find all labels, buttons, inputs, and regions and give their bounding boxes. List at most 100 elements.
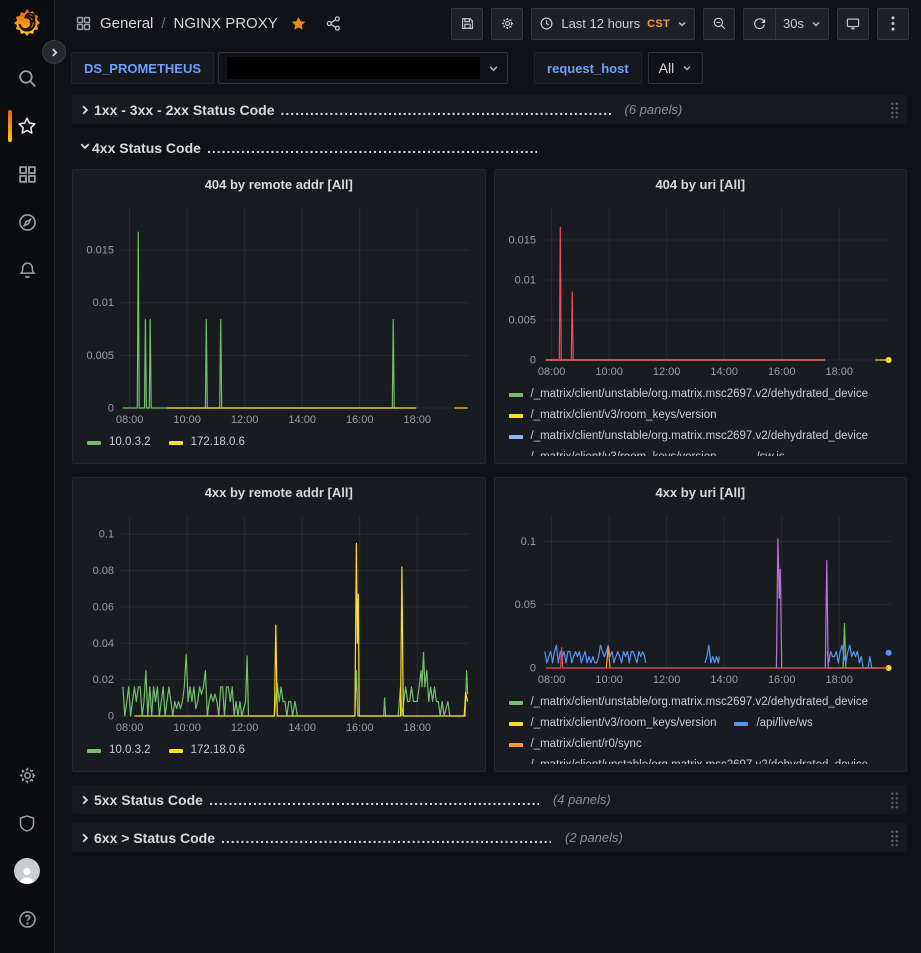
svg-text:16:00: 16:00 [767,366,795,378]
row-header-6xx[interactable]: 6xx > Status Code ......................… [72,823,907,852]
panel-title[interactable]: 404 by remote addr [All] [73,170,485,198]
chevron-down-icon [677,19,687,29]
help-icon[interactable] [0,895,55,943]
dashboard-settings-button[interactable] [491,8,523,40]
chart-area[interactable]: 00.0050.010.01508:0010:0012:0014:0016:00… [73,198,485,430]
legend-item[interactable]: /sw.js [734,449,784,456]
legend-item[interactable]: 172.18.0.6 [169,742,245,759]
legend-series-label: /_matrix/client/v3/room_keys/version [531,449,717,456]
dashboard-bottom-space [72,861,907,901]
breadcrumb-folder[interactable]: General [100,15,153,32]
legend-item[interactable]: /_matrix/client/unstable/org.matrix.msc2… [509,428,869,445]
legend-item[interactable]: /_matrix/client/v3/room_keys/version [509,407,717,424]
legend-item[interactable]: /_matrix/client/unstable/org.matrix.msc2… [509,757,869,764]
time-zone-label: CST [647,18,670,30]
dashboard-grid-icon [75,15,92,32]
row-drag-handle[interactable] [890,101,899,118]
panel-legend: /_matrix/client/unstable/org.matrix.msc2… [495,382,907,456]
legend-series-label: 172.18.0.6 [191,434,245,451]
svg-text:10:00: 10:00 [595,366,623,378]
legend-item[interactable]: /_matrix/client/v3/room_keys/version [509,449,717,456]
zoom-out-time-button[interactable] [703,8,735,40]
variable-select-ds-prometheus[interactable] [218,52,508,84]
chart-area[interactable]: 00.0050.010.01508:0010:0012:0014:0016:00… [495,198,907,382]
user-avatar[interactable] [0,847,55,895]
variable-select-request-host[interactable]: All [648,52,704,84]
chevron-right-icon [80,795,94,805]
row-panel-count: (4 panels) [553,792,611,807]
breadcrumb-dashboard-title[interactable]: NGINX PROXY [174,15,278,32]
panel-title[interactable]: 4xx by remote addr [All] [73,478,485,506]
legend-series-swatch [509,743,523,747]
legend-series-swatch [87,441,101,445]
starred-dashboards-icon[interactable] [0,102,55,150]
legend-series-label: 172.18.0.6 [191,742,245,759]
legend-item[interactable]: /_matrix/client/unstable/org.matrix.msc2… [509,386,869,403]
legend-series-label: /sw.js [756,449,784,456]
legend-item[interactable]: 10.0.3.2 [87,434,151,451]
time-series-chart[interactable]: 00.0050.010.01508:0010:0012:0014:0016:00… [501,198,900,382]
dashboards-icon[interactable] [0,150,55,198]
legend-series-label: /_matrix/client/unstable/org.matrix.msc2… [531,386,869,403]
configuration-gear-icon[interactable] [0,751,55,799]
time-series-chart[interactable]: 00.0050.010.01508:0010:0012:0014:0016:00… [79,198,478,430]
svg-text:0.02: 0.02 [93,674,114,686]
svg-text:0.005: 0.005 [86,350,114,362]
time-range-picker[interactable]: Last 12 hours CST [531,8,695,40]
legend-series-swatch [169,441,183,445]
svg-text:10:00: 10:00 [173,722,201,734]
row-drag-handle[interactable] [890,791,899,808]
legend-series-swatch [509,414,523,418]
svg-text:14:00: 14:00 [288,722,316,734]
refresh-button[interactable] [743,8,775,40]
variable-label-ds-prometheus: DS_PROMETHEUS [71,52,214,84]
legend-series-swatch [509,764,523,765]
time-series-chart[interactable]: 00.050.108:0010:0012:0014:0016:0018:00 [501,506,900,690]
panel-title[interactable]: 404 by uri [All] [495,170,907,198]
legend-series-label: /_matrix/client/unstable/org.matrix.msc2… [531,694,869,711]
save-dashboard-button[interactable] [451,8,483,40]
svg-text:0.1: 0.1 [99,529,114,541]
row-title-dots: ........................................… [221,830,551,846]
refresh-interval-picker[interactable]: 30s [775,8,829,40]
panel-legend: 10.0.3.2 172.18.0.6 [73,430,485,463]
legend-item[interactable]: 10.0.3.2 [87,742,151,759]
legend-item[interactable]: /_matrix/client/v3/room_keys/version [509,715,717,732]
row-header-5xx[interactable]: 5xx Status Code ........................… [72,785,907,814]
kebab-menu-button[interactable] [877,8,909,40]
legend-series-swatch [734,722,748,726]
legend-item[interactable]: 172.18.0.6 [169,434,245,451]
legend-series-label: /_matrix/client/v3/room_keys/version [531,407,717,424]
chevron-down-icon [811,19,821,29]
legend-item[interactable]: /_matrix/client/unstable/org.matrix.msc2… [509,694,869,711]
row-drag-handle[interactable] [890,829,899,846]
row-header-1xx-3xx-2xx[interactable]: 1xx - 3xx - 2xx Status Code ............… [72,95,907,124]
time-series-chart[interactable]: 00.020.040.060.080.108:0010:0012:0014:00… [79,506,478,738]
sidebar-expand-button[interactable] [42,40,66,64]
svg-text:12:00: 12:00 [231,722,259,734]
row-title: 5xx Status Code [94,792,203,808]
favorite-star-icon[interactable] [290,15,307,32]
svg-text:0.1: 0.1 [520,536,535,548]
legend-series-label: /_matrix/client/unstable/org.matrix.msc2… [531,757,869,764]
svg-text:18:00: 18:00 [825,366,853,378]
chart-area[interactable]: 00.050.108:0010:0012:0014:0016:0018:00 [495,506,907,690]
svg-text:18:00: 18:00 [403,414,431,426]
svg-text:0: 0 [108,711,114,723]
tv-mode-button[interactable] [837,8,869,40]
panel-legend: 10.0.3.2 172.18.0.6 [73,738,485,771]
chart-area[interactable]: 00.020.040.060.080.108:0010:0012:0014:00… [73,506,485,738]
svg-text:08:00: 08:00 [116,414,144,426]
legend-item[interactable]: /api/live/ws [734,715,812,732]
panel-title[interactable]: 4xx by uri [All] [495,478,907,506]
legend-series-label: /_matrix/client/v3/room_keys/version [531,715,717,732]
alerting-icon[interactable] [0,246,55,294]
row-header-4xx[interactable]: 4xx Status Code ........................… [72,133,907,162]
server-admin-shield-icon[interactable] [0,799,55,847]
explore-icon[interactable] [0,198,55,246]
grafana-logo[interactable] [10,6,44,40]
legend-series-label: /_matrix/client/r0/sync [531,736,642,753]
legend-item[interactable]: /_matrix/client/r0/sync [509,736,642,753]
nav-sidebar [0,0,55,953]
share-icon[interactable] [325,15,342,32]
